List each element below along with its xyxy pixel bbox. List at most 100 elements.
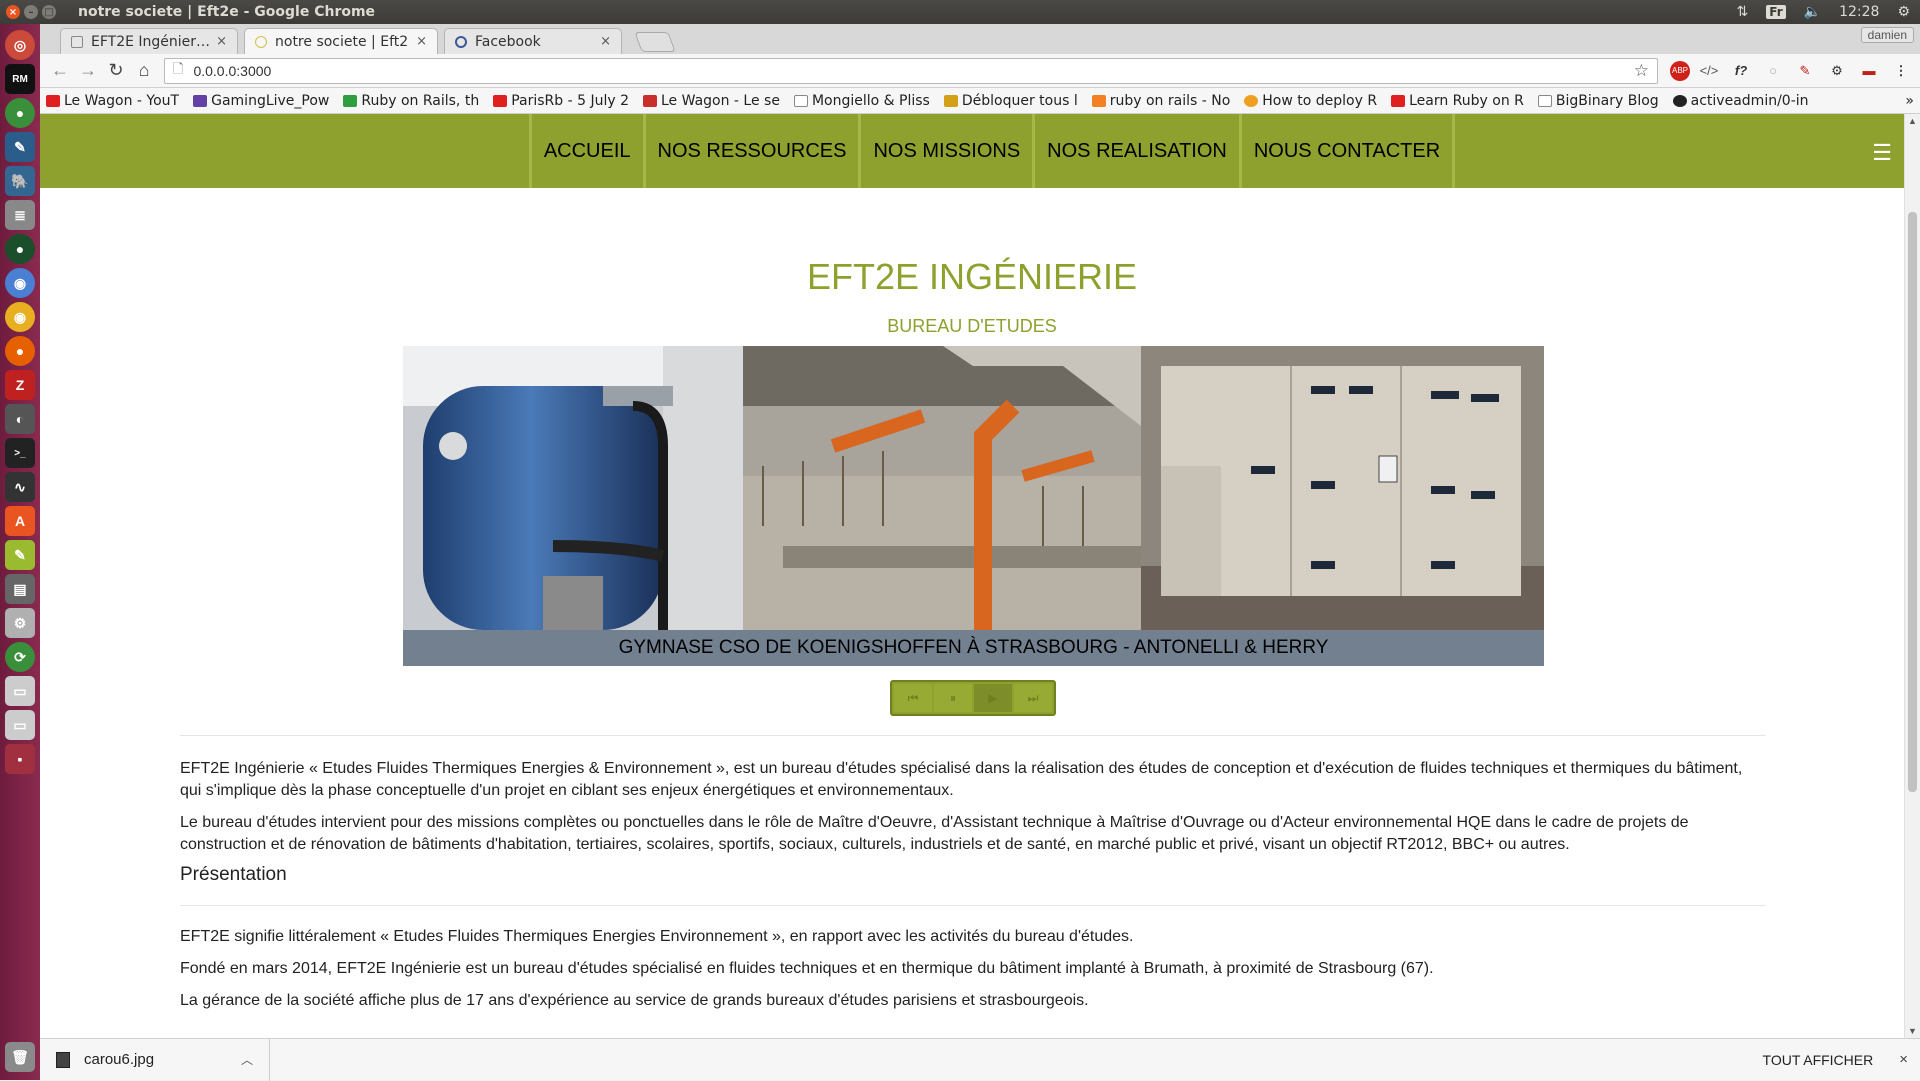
download-item[interactable]: carou6.jpg ︿: [40, 1038, 270, 1081]
volume-icon[interactable]: 🔈: [1804, 4, 1821, 20]
chrome-icon[interactable]: ◉: [5, 302, 35, 332]
window-title: notre societe | Eft2e - Google Chrome: [78, 4, 376, 20]
scroll-down-arrow-icon[interactable]: ▼: [1908, 1026, 1917, 1036]
settings-gear-icon[interactable]: ⚙: [1897, 4, 1910, 20]
tab-eft2e-ingenierie[interactable]: EFT2E Ingénierie - b ×: [60, 28, 238, 54]
scrollbar-thumb[interactable]: [1908, 212, 1917, 792]
image-file-icon: [56, 1051, 70, 1068]
nav-item-realisation[interactable]: NOS REALISATION: [1035, 114, 1242, 188]
bookmarks-overflow-button[interactable]: »: [1905, 93, 1914, 109]
chevron-up-icon[interactable]: ︿: [241, 1051, 253, 1068]
bookmark-item[interactable]: activeadmin/0-in: [1672, 92, 1809, 109]
bookmark-item[interactable]: Mongiello & Pliss: [793, 92, 930, 109]
bookmark-item[interactable]: BigBinary Blog: [1537, 93, 1659, 109]
bookmark-item[interactable]: Débloquer tous l: [943, 93, 1078, 109]
carousel-first-icon[interactable]: ⏮: [894, 684, 932, 712]
terminal-icon[interactable]: ✎: [5, 132, 35, 162]
show-all-downloads-link[interactable]: TOUT AFFICHER: [1763, 1052, 1874, 1068]
forward-arrow-icon[interactable]: →: [74, 57, 102, 85]
adblock-icon[interactable]: ABP: [1670, 60, 1690, 81]
image-carousel[interactable]: GYMNASE CSO DE KOENIGSHOFFEN À STRASBOUR…: [403, 346, 1544, 666]
console-icon[interactable]: >_: [5, 438, 35, 468]
bookmark-item[interactable]: Le Wagon - YouT: [46, 93, 179, 109]
carousel-photo-hvac: [1141, 346, 1544, 630]
text-editor-icon[interactable]: ✎: [5, 540, 35, 570]
pgadmin-icon[interactable]: 🐘: [5, 166, 35, 196]
gvim-icon[interactable]: ●: [5, 98, 35, 128]
carousel-play-icon[interactable]: ▶: [974, 684, 1012, 712]
grey-extension-icon[interactable]: ○: [1760, 58, 1786, 84]
carousel-caption: GYMNASE CSO DE KOENIGSHOFFEN À STRASBOUR…: [403, 630, 1544, 666]
chromium-icon[interactable]: ◉: [5, 268, 35, 298]
nav-item-ressources[interactable]: NOS RESSOURCES: [646, 114, 862, 188]
clock[interactable]: 12:28: [1839, 4, 1879, 20]
home-icon[interactable]: ⌂: [130, 57, 158, 85]
font-extension-icon[interactable]: f?: [1728, 58, 1754, 84]
bookmark-star-icon[interactable]: ☆: [1634, 61, 1649, 81]
software-center-icon[interactable]: A: [5, 506, 35, 536]
bookmark-item[interactable]: Ruby on Rails, th: [343, 93, 479, 109]
bookmark-item[interactable]: How to deploy R: [1244, 93, 1377, 109]
browser-icon[interactable]: ●: [5, 234, 35, 264]
remote-desktop-icon[interactable]: ◐: [5, 404, 35, 434]
page-info-icon[interactable]: 🗋: [173, 60, 183, 82]
files-icon[interactable]: ▤: [5, 574, 35, 604]
red-extension-icon[interactable]: ▬: [1856, 58, 1882, 84]
database-icon[interactable]: ≣: [5, 200, 35, 230]
scroll-up-arrow-icon[interactable]: ▲: [1908, 116, 1917, 126]
nav-item-missions[interactable]: NOS MISSIONS: [861, 114, 1036, 188]
back-arrow-icon[interactable]: ←: [46, 57, 74, 85]
carousel-pause-icon[interactable]: ⏸: [934, 684, 972, 712]
chrome-menu-icon[interactable]: ⋮: [1888, 58, 1914, 84]
url-text[interactable]: 0.0.0.0:3000: [193, 63, 1633, 79]
download-filename[interactable]: carou6.jpg: [84, 1051, 241, 1068]
bookmark-item[interactable]: Le Wagon - Le se: [643, 93, 780, 109]
hvac-photo-image: [1141, 346, 1544, 630]
bookmark-item[interactable]: ParisRb - 5 July 2: [493, 93, 629, 109]
bookmark-label: How to deploy R: [1262, 92, 1378, 109]
hamburger-menu-icon[interactable]: ☰: [1872, 140, 1892, 166]
nav-item-accueil[interactable]: ACCUEIL: [528, 114, 646, 188]
keyboard-layout-indicator[interactable]: Fr: [1766, 5, 1786, 19]
rubymine-icon[interactable]: RM: [5, 64, 35, 94]
address-bar[interactable]: 🗋 0.0.0.0:3000 ☆: [164, 57, 1658, 84]
code-extension-icon[interactable]: </>: [1696, 58, 1722, 84]
settings-icon[interactable]: ⚙: [5, 608, 35, 638]
profile-button[interactable]: damien: [1860, 27, 1914, 43]
bookmark-item[interactable]: Learn Ruby on R: [1391, 93, 1524, 109]
bookmark-label: activeadmin/0-in: [1690, 92, 1809, 109]
carousel-controls: ⏮ ⏸ ▶ ⏭: [890, 680, 1056, 716]
ubuntu-dash-icon[interactable]: ◎: [5, 30, 35, 60]
tab-facebook[interactable]: Facebook ×: [444, 28, 622, 54]
drive-icon[interactable]: ▭: [5, 676, 35, 706]
tab-label: Facebook: [475, 33, 541, 50]
carousel-photo-foundations: [743, 346, 1141, 630]
tab-close-icon[interactable]: ×: [600, 34, 611, 49]
drive-icon-2[interactable]: ▭: [5, 710, 35, 740]
network-icon[interactable]: ⇅: [1737, 4, 1749, 20]
tab-close-icon[interactable]: ×: [416, 34, 427, 49]
tab-notre-societe[interactable]: notre societe | Eft2 ×: [244, 28, 438, 54]
update-icon[interactable]: ⟳: [5, 642, 35, 672]
system-monitor-icon[interactable]: ∿: [5, 472, 35, 502]
bookmark-item[interactable]: ruby on rails - No: [1091, 93, 1230, 109]
page-scrollbar[interactable]: ▲ ▼: [1904, 114, 1920, 1038]
window-maximize-button[interactable]: □: [42, 5, 56, 19]
new-tab-button[interactable]: [634, 32, 676, 52]
window-close-button[interactable]: ×: [6, 5, 20, 19]
window-minimize-button[interactable]: –: [24, 5, 38, 19]
filezilla-icon[interactable]: Z: [5, 370, 35, 400]
bookmark-item[interactable]: GamingLive_Pow: [193, 93, 329, 109]
firefox-icon[interactable]: ●: [5, 336, 35, 366]
browser-toolbar: ← → ↻ ⌂ 🗋 0.0.0.0:3000 ☆ ABP </> f? ○ ✎ …: [40, 54, 1920, 88]
tab-close-icon[interactable]: ×: [216, 34, 227, 49]
reload-icon[interactable]: ↻: [102, 57, 130, 85]
bookmark-label: Mongiello & Pliss: [811, 92, 930, 109]
gear-extension-icon[interactable]: ⚙: [1824, 58, 1850, 84]
red-pen-extension-icon[interactable]: ✎: [1792, 58, 1818, 84]
close-download-bar-icon[interactable]: ×: [1899, 1051, 1908, 1068]
nav-item-contact[interactable]: NOUS CONTACTER: [1242, 114, 1456, 188]
trash-icon[interactable]: 🗑: [5, 1042, 35, 1072]
carousel-last-icon[interactable]: ⏭: [1014, 684, 1052, 712]
usb-icon[interactable]: ▪: [5, 744, 35, 774]
